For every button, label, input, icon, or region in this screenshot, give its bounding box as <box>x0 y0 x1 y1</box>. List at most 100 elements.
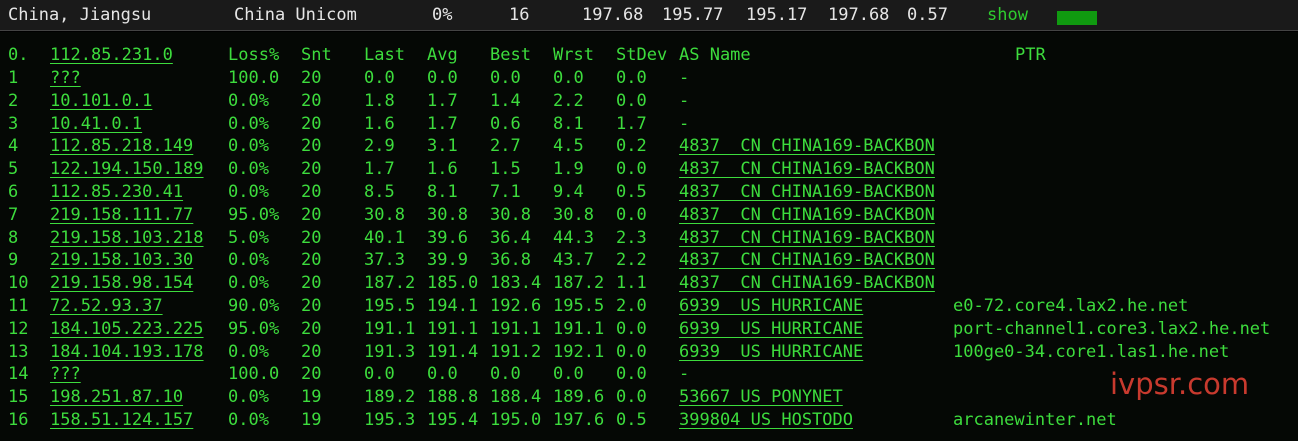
table-row: 6 112.85.230.41 0.0% 20 8.5 8.1 7.1 9.4 0.5 4837 … <box>0 181 1298 203</box>
hop-index: 12 <box>8 318 29 339</box>
hop-host[interactable]: 219.158.103.218 <box>50 227 204 249</box>
hop-host[interactable]: 122.194.150.189 <box>50 158 204 180</box>
hop-loss: 0.0% <box>228 113 269 134</box>
hop-loss: 0.0% <box>228 341 269 362</box>
hop-index: 9 <box>8 250 19 271</box>
hop-as-name[interactable]: 6939 US HURRICANE <box>679 295 863 317</box>
hop-host[interactable]: 112.85.230.41 <box>50 181 183 203</box>
hop-snt: 20 <box>301 113 322 134</box>
hop-stdev: 0.0 <box>616 364 647 385</box>
header-stdev: StDev <box>616 45 668 65</box>
hop-best: 0.0 <box>490 364 521 385</box>
hop-as-name[interactable]: 6939 US HURRICANE <box>679 341 863 363</box>
hop-last: 0.0 <box>364 68 395 88</box>
hop-loss: 5.0% <box>228 227 269 248</box>
header-target-host[interactable]: 112.85.231.0 <box>50 44 173 66</box>
hop-as-name[interactable]: 4837 CN CHINA169-BACKBON <box>679 204 935 226</box>
hop-avg: 185.0 <box>427 273 479 294</box>
hop-wrst: 197.6 <box>553 410 605 430</box>
hop-last: 40.1 <box>364 227 405 248</box>
hop-host[interactable]: 219.158.98.154 <box>50 272 193 294</box>
traceroute-output: 0. 112.85.231.0 Loss% Snt Last Avg Best … <box>0 32 1298 441</box>
hop-last: 191.1 <box>364 318 416 339</box>
hop-best: 188.4 <box>490 387 542 408</box>
hop-host[interactable]: 10.101.0.1 <box>50 90 152 112</box>
hop-snt: 20 <box>301 68 322 88</box>
hop-host[interactable]: 198.251.87.10 <box>50 386 183 408</box>
hop-last: 1.8 <box>364 90 395 111</box>
show-link[interactable]: show <box>987 5 1028 25</box>
hop-snt: 20 <box>301 90 322 111</box>
summary-value-4: 197.68 <box>828 5 890 25</box>
hop-as-name[interactable]: 53667 US PONYNET <box>679 386 843 408</box>
hop-ptr: 100ge0-34.core1.las1.he.net <box>953 341 1230 362</box>
summary-bar: China, Jiangsu China Unicom 0% 16 197.68… <box>0 0 1298 31</box>
hop-loss: 0.0% <box>228 136 269 157</box>
hop-best: 0.6 <box>490 113 521 134</box>
hop-last: 195.3 <box>364 410 416 430</box>
hop-host[interactable]: 112.85.218.149 <box>50 135 193 157</box>
hop-host[interactable]: 158.51.124.157 <box>50 409 193 431</box>
hop-best: 1.5 <box>490 159 521 180</box>
header-avg: Avg <box>427 45 458 65</box>
hop-wrst: 9.4 <box>553 182 584 202</box>
hop-index: 13 <box>8 341 29 362</box>
header-index: 0. <box>8 45 29 65</box>
hop-stdev: 0.0 <box>616 159 647 180</box>
hop-snt: 20 <box>301 318 322 339</box>
hop-stdev: 0.0 <box>616 68 647 88</box>
hop-stdev: 0.0 <box>616 90 647 111</box>
hop-as-name[interactable]: 4837 CN CHINA169-BACKBON <box>679 227 935 249</box>
hop-stdev: 0.0 <box>616 341 647 362</box>
hop-host[interactable]: 219.158.103.30 <box>50 249 193 271</box>
hop-avg: 30.8 <box>427 204 468 225</box>
hop-as-name[interactable]: 4837 CN CHINA169-BACKBON <box>679 181 935 203</box>
hop-last: 2.9 <box>364 136 395 157</box>
hop-index: 8 <box>8 227 19 248</box>
hop-host[interactable]: ??? <box>50 363 81 385</box>
table-row: 16 158.51.124.157 0.0% 19 195.3 195.4 195.0 197… <box>0 409 1298 431</box>
hop-host[interactable]: 219.158.111.77 <box>50 204 193 226</box>
hop-as-name[interactable]: 4837 CN CHINA169-BACKBON <box>679 158 935 180</box>
hop-loss: 95.0% <box>228 318 280 339</box>
hop-index: 14 <box>8 364 29 385</box>
hop-host[interactable]: 72.52.93.37 <box>50 295 163 317</box>
hop-best: 191.2 <box>490 341 542 362</box>
hop-as-name[interactable]: 4837 CN CHINA169-BACKBON <box>679 249 935 271</box>
hop-wrst: 192.1 <box>553 341 605 362</box>
hop-as-name[interactable]: 399804 US HOSTODO <box>679 409 853 431</box>
hop-as-name[interactable]: 4837 CN CHINA169-BACKBON <box>679 135 935 157</box>
hop-stdev: 1.7 <box>616 113 647 134</box>
hop-host[interactable]: 10.41.0.1 <box>50 113 142 135</box>
hop-avg: 195.4 <box>427 410 479 430</box>
hop-loss: 0.0% <box>228 159 269 180</box>
hop-snt: 19 <box>301 387 322 408</box>
hop-index: 2 <box>8 90 19 111</box>
hop-as-name[interactable]: 4837 CN CHINA169-BACKBON <box>679 272 935 294</box>
header-best: Best <box>490 45 531 65</box>
hop-host[interactable]: 184.105.223.225 <box>50 318 204 340</box>
hop-snt: 19 <box>301 410 322 430</box>
hop-as-name: - <box>679 113 690 134</box>
location-label: China, Jiangsu <box>8 5 152 25</box>
hop-best: 191.1 <box>490 318 542 339</box>
header-last: Last <box>364 45 405 65</box>
hop-host[interactable]: ??? <box>50 67 81 89</box>
hop-avg: 0.0 <box>427 68 458 88</box>
hop-as-name: - <box>679 364 690 385</box>
hop-last: 37.3 <box>364 250 405 271</box>
hop-host[interactable]: 184.104.193.178 <box>50 341 204 363</box>
hop-as-name[interactable]: 6939 US HURRICANE <box>679 318 863 340</box>
hop-index: 6 <box>8 182 19 202</box>
terminal-screen: China, Jiangsu China Unicom 0% 16 197.68… <box>0 0 1298 441</box>
hop-index: 16 <box>8 410 29 430</box>
hop-as-name: - <box>679 68 690 88</box>
hop-ptr: port-channel1.core3.lax2.he.net <box>953 318 1271 339</box>
hop-snt: 20 <box>301 364 322 385</box>
hop-avg: 191.1 <box>427 318 479 339</box>
hop-avg: 3.1 <box>427 136 458 157</box>
hop-last: 8.5 <box>364 182 395 202</box>
hop-snt: 20 <box>301 159 322 180</box>
hop-stdev: 2.2 <box>616 250 647 271</box>
hop-stdev: 0.2 <box>616 136 647 157</box>
